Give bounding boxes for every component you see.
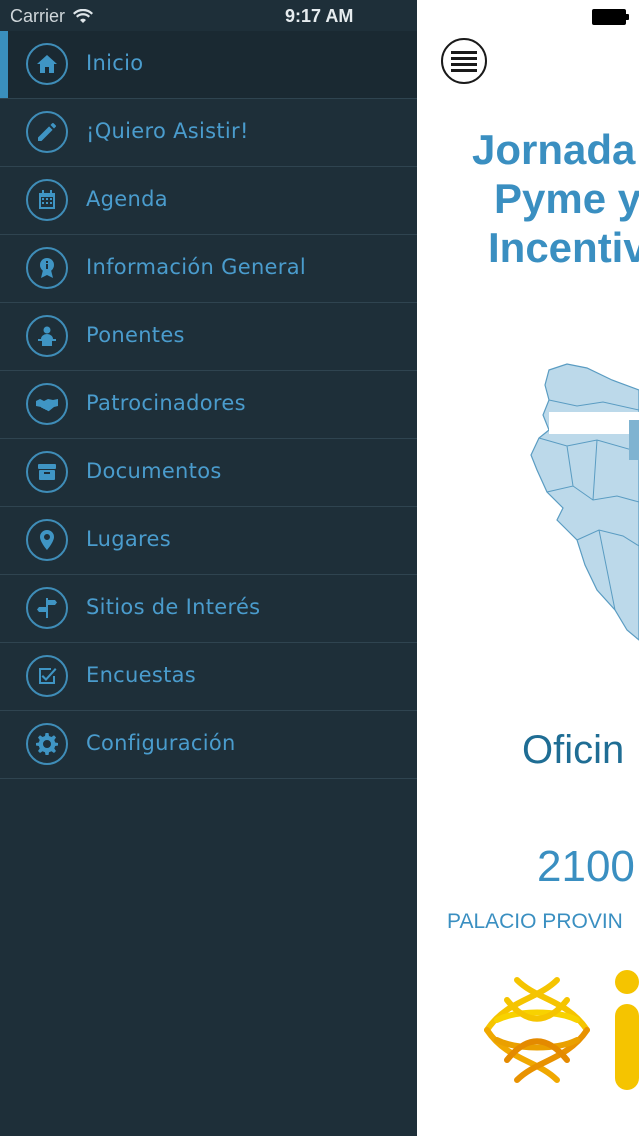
sidebar-item-label: Sitios de Interés (86, 595, 261, 619)
carrier-label: Carrier (10, 6, 66, 26)
sidebar-item-sitios-de-interes[interactable]: Sitios de Interés (0, 575, 417, 643)
sidebar-item-label: Encuestas (86, 663, 197, 687)
event-title: Jornada Pyme y Incentiv (472, 125, 639, 272)
sidebar-item-patrocinadores[interactable]: Patrocinadores (0, 371, 417, 439)
sidebar-item-informacion-general[interactable]: Información General (0, 235, 417, 303)
home-icon (26, 43, 68, 85)
gear-icon (26, 723, 68, 765)
wifi-icon (73, 8, 94, 23)
sidebar-item-quiero-asistir[interactable]: ¡Quiero Asistir! (0, 99, 417, 167)
sidebar-item-label: Inicio (86, 51, 144, 75)
sidebar-item-lugares[interactable]: Lugares (0, 507, 417, 575)
hamburger-line (451, 68, 477, 72)
sidebar-item-label: Patrocinadores (86, 391, 246, 415)
event-date: 2100 (537, 842, 635, 891)
sidebar-item-label: Configuración (86, 731, 236, 755)
speaker-icon (26, 315, 68, 357)
sidebar-item-label: ¡Quiero Asistir! (86, 119, 249, 143)
clock: 9:17 AM (285, 6, 354, 26)
region-map-illustration (530, 363, 639, 641)
sidebar-item-label: Documentos (86, 459, 222, 483)
sidebar-menu: Inicio ¡Quiero Asistir! Agenda Informaci… (0, 0, 417, 1136)
event-title-line1: Jornada (472, 126, 636, 173)
sidebar-item-label: Lugares (86, 527, 171, 551)
battery-icon (592, 9, 629, 25)
sidebar-item-inicio[interactable]: Inicio (0, 31, 417, 99)
archive-icon (26, 451, 68, 493)
sidebar-item-documentos[interactable]: Documentos (0, 439, 417, 507)
survey-check-icon (26, 655, 68, 697)
hamburger-line (451, 56, 477, 60)
sidebar-item-label: Información General (86, 255, 307, 279)
sidebar-item-agenda[interactable]: Agenda (0, 167, 417, 235)
event-title-line2: Pyme y (494, 175, 639, 222)
sidebar-item-label: Agenda (86, 187, 168, 211)
sidebar-item-label: Ponentes (86, 323, 185, 347)
event-subtitle: Oficin (522, 728, 625, 772)
info-badge-icon (26, 247, 68, 289)
status-bar: Carrier 9:17 AM (0, 0, 639, 32)
carrier-group: Carrier (10, 6, 94, 27)
sidebar-item-encuestas[interactable]: Encuestas (0, 643, 417, 711)
location-pin-icon (26, 519, 68, 561)
handshake-icon (26, 383, 68, 425)
sponsor-logo (484, 970, 639, 1090)
hamburger-line (451, 62, 477, 66)
hamburger-line (451, 50, 477, 54)
main-content: Jornada Pyme y Incentiv Oficin 2100 PALA… (417, 0, 639, 1136)
menu-list: Inicio ¡Quiero Asistir! Agenda Informaci… (0, 31, 417, 779)
sidebar-item-ponentes[interactable]: Ponentes (0, 303, 417, 371)
calendar-icon (26, 179, 68, 221)
event-place: PALACIO PROVIN (447, 910, 623, 933)
signpost-icon (26, 587, 68, 629)
menu-toggle-button[interactable] (441, 38, 487, 84)
event-title-line3: Incentiv (488, 224, 639, 271)
pencil-icon (26, 111, 68, 153)
sidebar-item-configuracion[interactable]: Configuración (0, 711, 417, 779)
